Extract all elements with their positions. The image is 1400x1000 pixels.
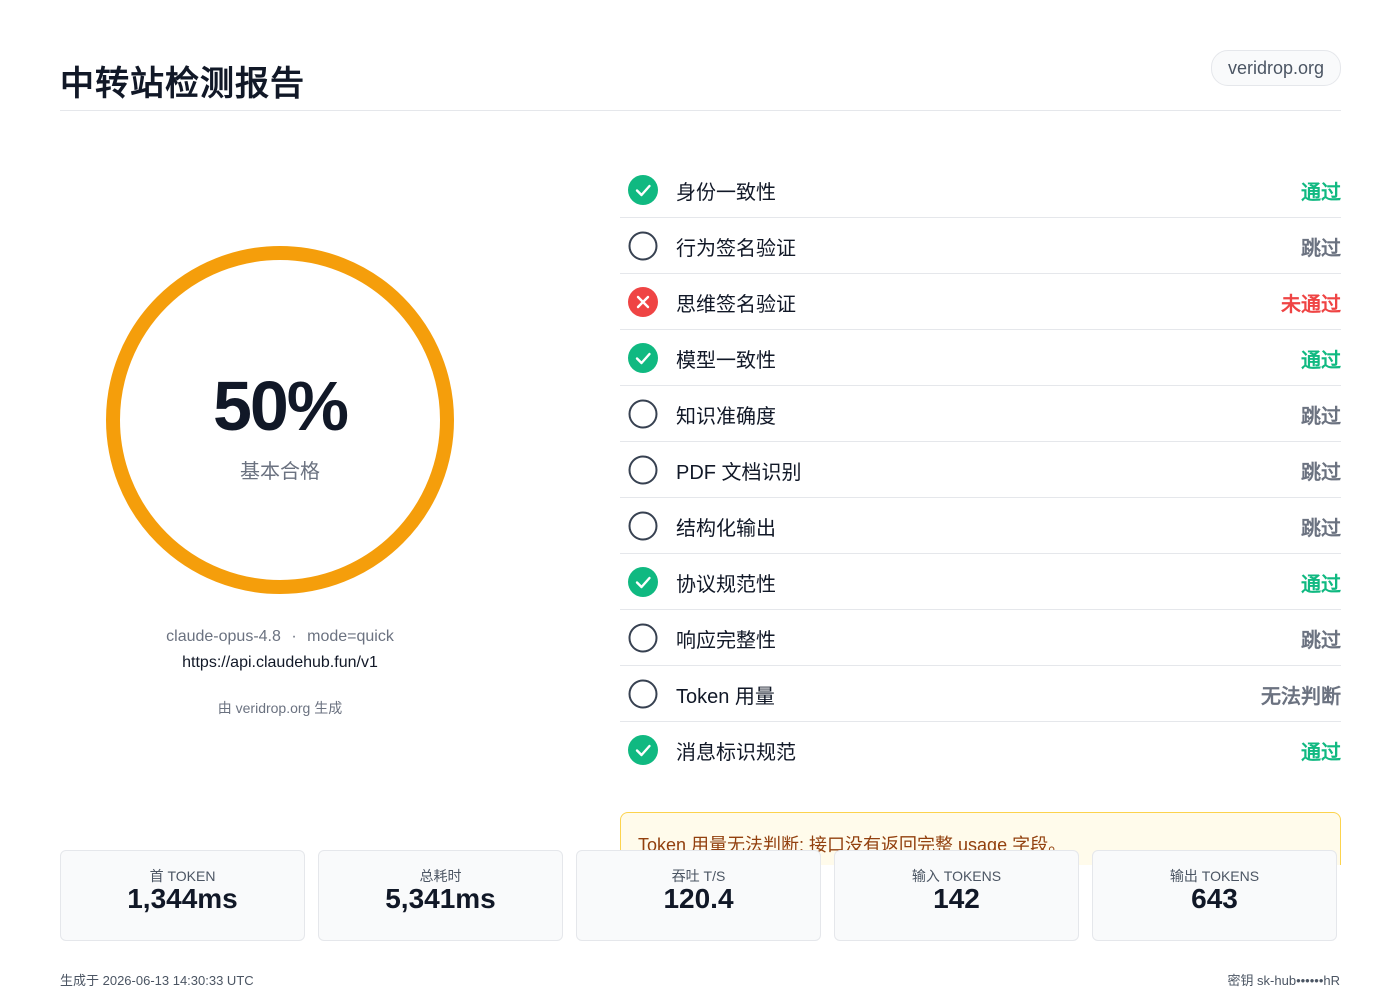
check-circle-icon <box>628 343 658 373</box>
check-list: 身份一致性 通过 行为签名验证 跳过 思维签名验证 未通过 模型一致性 通过 知识准确度 跳过 PD… <box>620 162 1341 777</box>
check-row: PDF 文档识别 跳过 <box>620 442 1341 498</box>
model-meta: claude-opus-4.8 · mode=quick <box>60 628 500 646</box>
stat-value: 5,341ms <box>385 883 496 914</box>
stat-card: 首 TOKEN 1,344ms <box>60 850 305 941</box>
empty-circle-icon <box>628 455 658 485</box>
empty-circle-icon <box>628 399 658 429</box>
check-status: 跳过 <box>1301 630 1341 652</box>
check-row: Token 用量 无法判断 <box>620 666 1341 722</box>
score-label: 基本合格 <box>240 461 320 483</box>
check-row: 协议规范性 通过 <box>620 554 1341 610</box>
empty-circle-icon <box>628 679 658 709</box>
check-circle-icon <box>628 175 658 205</box>
check-row: 思维签名验证 未通过 <box>620 274 1341 330</box>
page-title: 中转站检测报告 <box>60 65 305 103</box>
check-row: 模型一致性 通过 <box>620 330 1341 386</box>
stat-value: 1,344ms <box>127 883 238 914</box>
check-status: 无法判断 <box>1261 686 1341 708</box>
check-status: 跳过 <box>1301 406 1341 428</box>
stat-card: 总耗时 5,341ms <box>318 850 563 941</box>
empty-circle-icon <box>628 231 658 261</box>
empty-circle-icon <box>628 511 658 541</box>
check-status: 跳过 <box>1301 518 1341 540</box>
check-name: 结构化输出 <box>676 518 776 540</box>
check-row: 身份一致性 通过 <box>620 162 1341 218</box>
x-circle-icon <box>628 287 658 317</box>
meta-separator: · <box>291 628 297 645</box>
check-circle-icon <box>628 567 658 597</box>
site-badge[interactable]: veridrop.org <box>1210 50 1341 86</box>
check-name: Token 用量 <box>676 686 775 708</box>
stats-row: 首 TOKEN 1,344ms 总耗时 5,341ms 吞吐 T/S 120.4 输入 TO… <box>60 850 1341 941</box>
stat-value: 142 <box>933 883 980 914</box>
check-name: 知识准确度 <box>676 406 776 428</box>
check-name: 行为签名验证 <box>676 238 796 260</box>
check-row: 行为签名验证 跳过 <box>620 218 1341 274</box>
endpoint-url[interactable]: https://api.claudehub.fun/v1 <box>60 654 500 672</box>
stat-card: 输入 TOKENS 142 <box>834 850 1079 941</box>
report-header: 中转站检测报告 veridrop.org <box>60 40 1341 111</box>
check-status: 未通过 <box>1281 294 1341 316</box>
check-status: 通过 <box>1301 574 1341 596</box>
check-status: 跳过 <box>1301 462 1341 484</box>
check-name: 响应完整性 <box>676 630 776 652</box>
check-row: 知识准确度 跳过 <box>620 386 1341 442</box>
model-name: claude-opus-4.8 <box>166 628 281 645</box>
check-name: 消息标识规范 <box>676 742 796 764</box>
check-status: 通过 <box>1301 182 1341 204</box>
check-status: 通过 <box>1301 350 1341 372</box>
check-name: 协议规范性 <box>676 574 776 596</box>
check-status: 通过 <box>1301 742 1341 764</box>
empty-circle-icon <box>628 623 658 653</box>
api-key-label: 密钥 sk-hub••••••hR <box>1227 973 1340 988</box>
check-row: 响应完整性 跳过 <box>620 610 1341 666</box>
generated-by: 由 veridrop.org 生成 <box>217 700 343 716</box>
score-value: 50% <box>212 367 349 445</box>
stat-value: 643 <box>1191 883 1238 914</box>
check-name: 模型一致性 <box>676 350 776 372</box>
stat-value: 120.4 <box>663 883 734 914</box>
stat-card: 输出 TOKENS 643 <box>1092 850 1337 941</box>
check-name: PDF 文档识别 <box>676 462 802 484</box>
check-status: 跳过 <box>1301 238 1341 260</box>
check-circle-icon <box>628 735 658 765</box>
generated-timestamp: 生成于 2026-06-13 14:30:33 UTC <box>60 973 254 988</box>
stat-card: 吞吐 T/S 120.4 <box>576 850 821 941</box>
check-name: 思维签名验证 <box>676 294 796 316</box>
check-name: 身份一致性 <box>676 182 776 204</box>
check-row: 结构化输出 跳过 <box>620 498 1341 554</box>
check-row: 消息标识规范 通过 <box>620 722 1341 777</box>
mode-label: mode=quick <box>307 628 394 645</box>
